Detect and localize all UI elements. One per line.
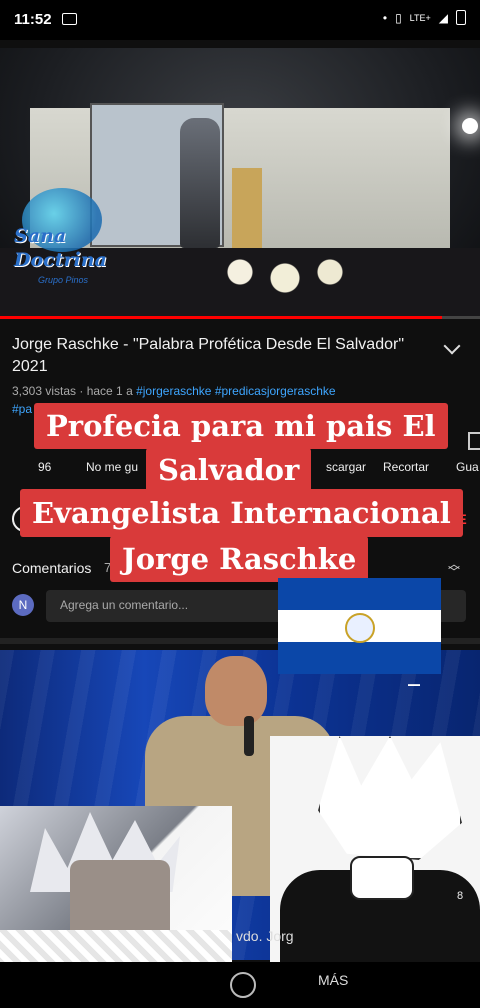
caption-line4: Jorge Raschke (110, 536, 369, 582)
save-playlist-icon[interactable] (468, 432, 480, 450)
network-label: LTE+ (409, 12, 431, 23)
download-button[interactable]: scargar (326, 460, 366, 474)
more-label[interactable]: MÁS (318, 972, 348, 988)
hashtag-link[interactable]: #predicasjorgeraschke (215, 384, 336, 398)
video-caption: vdo. Jorg (236, 928, 294, 944)
notification-dot-icon: • (382, 10, 388, 25)
clip-button[interactable]: Recortar (383, 460, 429, 474)
microphone-icon (244, 716, 254, 756)
anime-scarf-shape (350, 856, 414, 900)
timer-label: 8 (457, 890, 464, 902)
channel-watermark: Sana Doctrina (14, 224, 107, 272)
pulpit (232, 168, 262, 248)
dislike-button[interactable]: No me gu (86, 460, 138, 474)
caption-line2: Salvador (146, 448, 312, 492)
caption-line1: Profecia para mi pais El (34, 403, 448, 449)
preacher-figure (180, 118, 220, 248)
watermark-line2: Doctrina (14, 249, 107, 271)
vibrate-icon: ▯ (395, 10, 402, 25)
progress-fill (0, 316, 442, 319)
battery-icon (456, 10, 466, 25)
expand-comments-icon[interactable]: ︿ ﹀ (448, 558, 460, 578)
hashtag-link[interactable]: #pa (12, 402, 32, 416)
el-salvador-flag-icon (278, 578, 441, 674)
video-meta: 3,303 vistas · hace 1 a #jorgeraschke #p… (12, 384, 336, 398)
chevron-down-icon[interactable] (443, 337, 461, 355)
hashtag-link[interactable]: #jorgeraschke (136, 384, 211, 398)
video-title[interactable]: Jorge Raschke - "Palabra Profética Desde… (12, 334, 432, 378)
camera-icon (62, 13, 77, 25)
clock-time: 11:52 (14, 11, 52, 28)
save-button[interactable]: Gua (456, 460, 479, 474)
comment-placeholder: Agrega un comentario... (60, 598, 189, 612)
comments-label[interactable]: Comentarios (12, 560, 91, 576)
caption-line3: Evangelista Internacional (20, 489, 463, 537)
like-count[interactable]: 96 (38, 460, 51, 474)
watermark-subtitle: Grupo Pinos (38, 275, 89, 285)
watermark-line1: Sana (14, 225, 67, 247)
pastor-head (205, 656, 267, 726)
signal-icon: ◢ (438, 10, 448, 25)
coat-of-arms-icon (345, 613, 375, 643)
home-button-icon[interactable] (230, 972, 256, 998)
view-count: 3,303 vistas · hace 1 a (12, 384, 133, 398)
flower-arrangement (210, 248, 360, 308)
network-logo: ▬▬ (408, 682, 420, 688)
stage-light (462, 118, 478, 134)
video-player[interactable]: Sana Doctrina Grupo Pinos (0, 48, 480, 318)
user-avatar: N (12, 594, 34, 616)
status-icons: • ▯ LTE+ ◢ (383, 10, 466, 25)
